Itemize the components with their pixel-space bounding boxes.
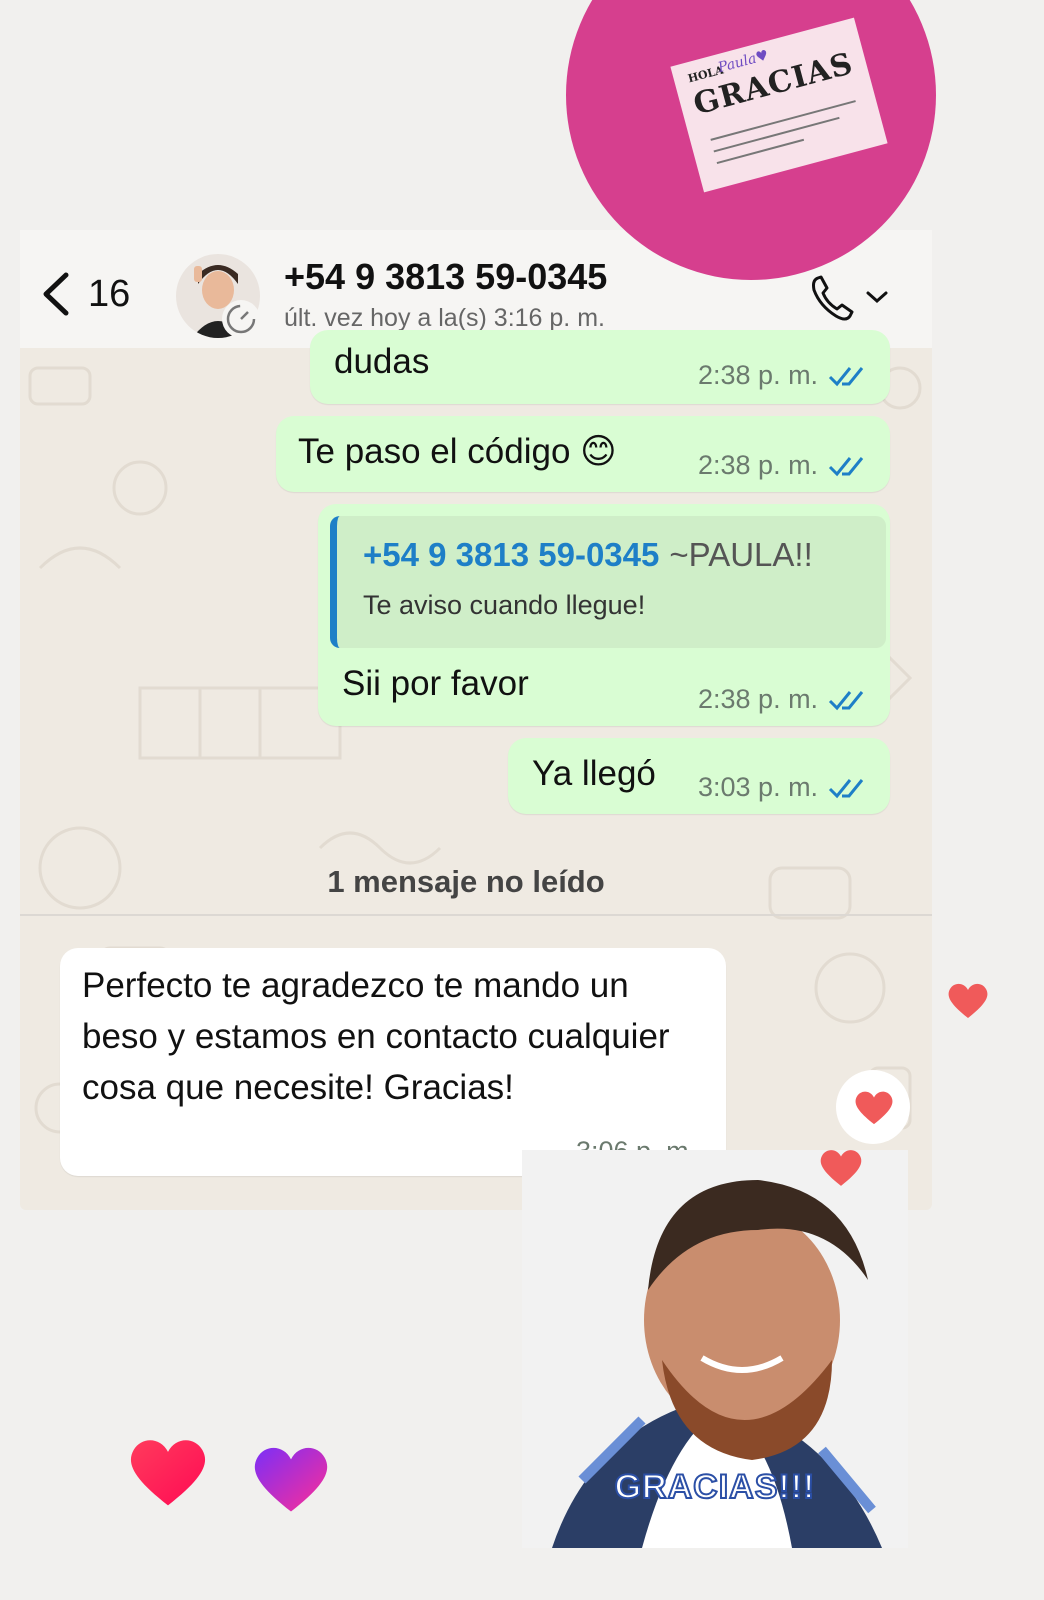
timer-icon — [226, 304, 256, 334]
quoted-author-number: +54 9 3813 59-0345 — [363, 536, 660, 573]
heart-icon — [254, 1447, 328, 1512]
card-text-line — [716, 138, 805, 165]
message-text: Ya llegó — [532, 754, 656, 793]
message-text: dudas — [334, 342, 430, 381]
double-check-icon — [829, 366, 864, 386]
unread-label: 1 mensaje no leído — [327, 864, 605, 899]
message-text: Perfecto te agradezco te mando un beso y… — [82, 966, 670, 1107]
heart-icon — [855, 1091, 893, 1125]
message-meta: 2:38 p. m. — [698, 360, 864, 391]
message-text: Sii por favor — [342, 664, 529, 703]
heart-icon — [130, 1440, 206, 1506]
quoted-author: +54 9 3813 59-0345 ~PAULA!! — [363, 536, 813, 574]
call-button[interactable] — [808, 272, 898, 322]
gracias-photo-sticker: GRACIAS!!! — [522, 1150, 908, 1548]
last-seen-status: últ. vez hoy a la(s) 3:16 p. m. — [284, 304, 605, 332]
disappearing-timer-badge — [222, 300, 260, 338]
unread-chats-count: 16 — [88, 272, 131, 315]
unread-divider: 1 mensaje no leído — [20, 860, 932, 916]
gracias-card: HOLA Paula♥ GRACIAS — [670, 17, 888, 193]
message-time: 2:38 p. m. — [698, 450, 819, 480]
double-check-icon — [829, 456, 864, 476]
message-meta: 2:38 p. m. — [698, 684, 864, 715]
heart-icon — [820, 1150, 862, 1186]
message-meta: 2:38 p. m. — [698, 450, 864, 481]
call-icon — [812, 275, 854, 321]
contact-name[interactable]: +54 9 3813 59-0345 — [284, 256, 607, 298]
message-meta: 3:03 p. m. — [698, 772, 864, 803]
back-chevron-icon — [43, 272, 69, 316]
chevron-down-icon — [866, 291, 888, 304]
photo-caption: GRACIAS!!! — [614, 1467, 816, 1507]
message-time: 3:03 p. m. — [698, 772, 819, 802]
message-time: 2:38 p. m. — [698, 684, 819, 714]
message-time: 2:38 p. m. — [698, 360, 819, 390]
quoted-message[interactable]: +54 9 3813 59-0345 ~PAULA!! Te aviso cuan… — [330, 516, 886, 648]
reaction-bubble[interactable] — [836, 1070, 910, 1144]
double-check-icon — [829, 690, 864, 710]
quoted-author-nickname: ~PAULA!! — [669, 536, 813, 573]
quoted-text: Te aviso cuando llegue! — [363, 590, 646, 620]
back-button[interactable]: 16 — [38, 268, 148, 320]
message-text: Te paso el código 😊 — [298, 432, 617, 471]
heart-icon — [948, 983, 988, 1018]
double-check-icon — [829, 778, 864, 798]
card-title: GRACIAS — [689, 46, 858, 123]
